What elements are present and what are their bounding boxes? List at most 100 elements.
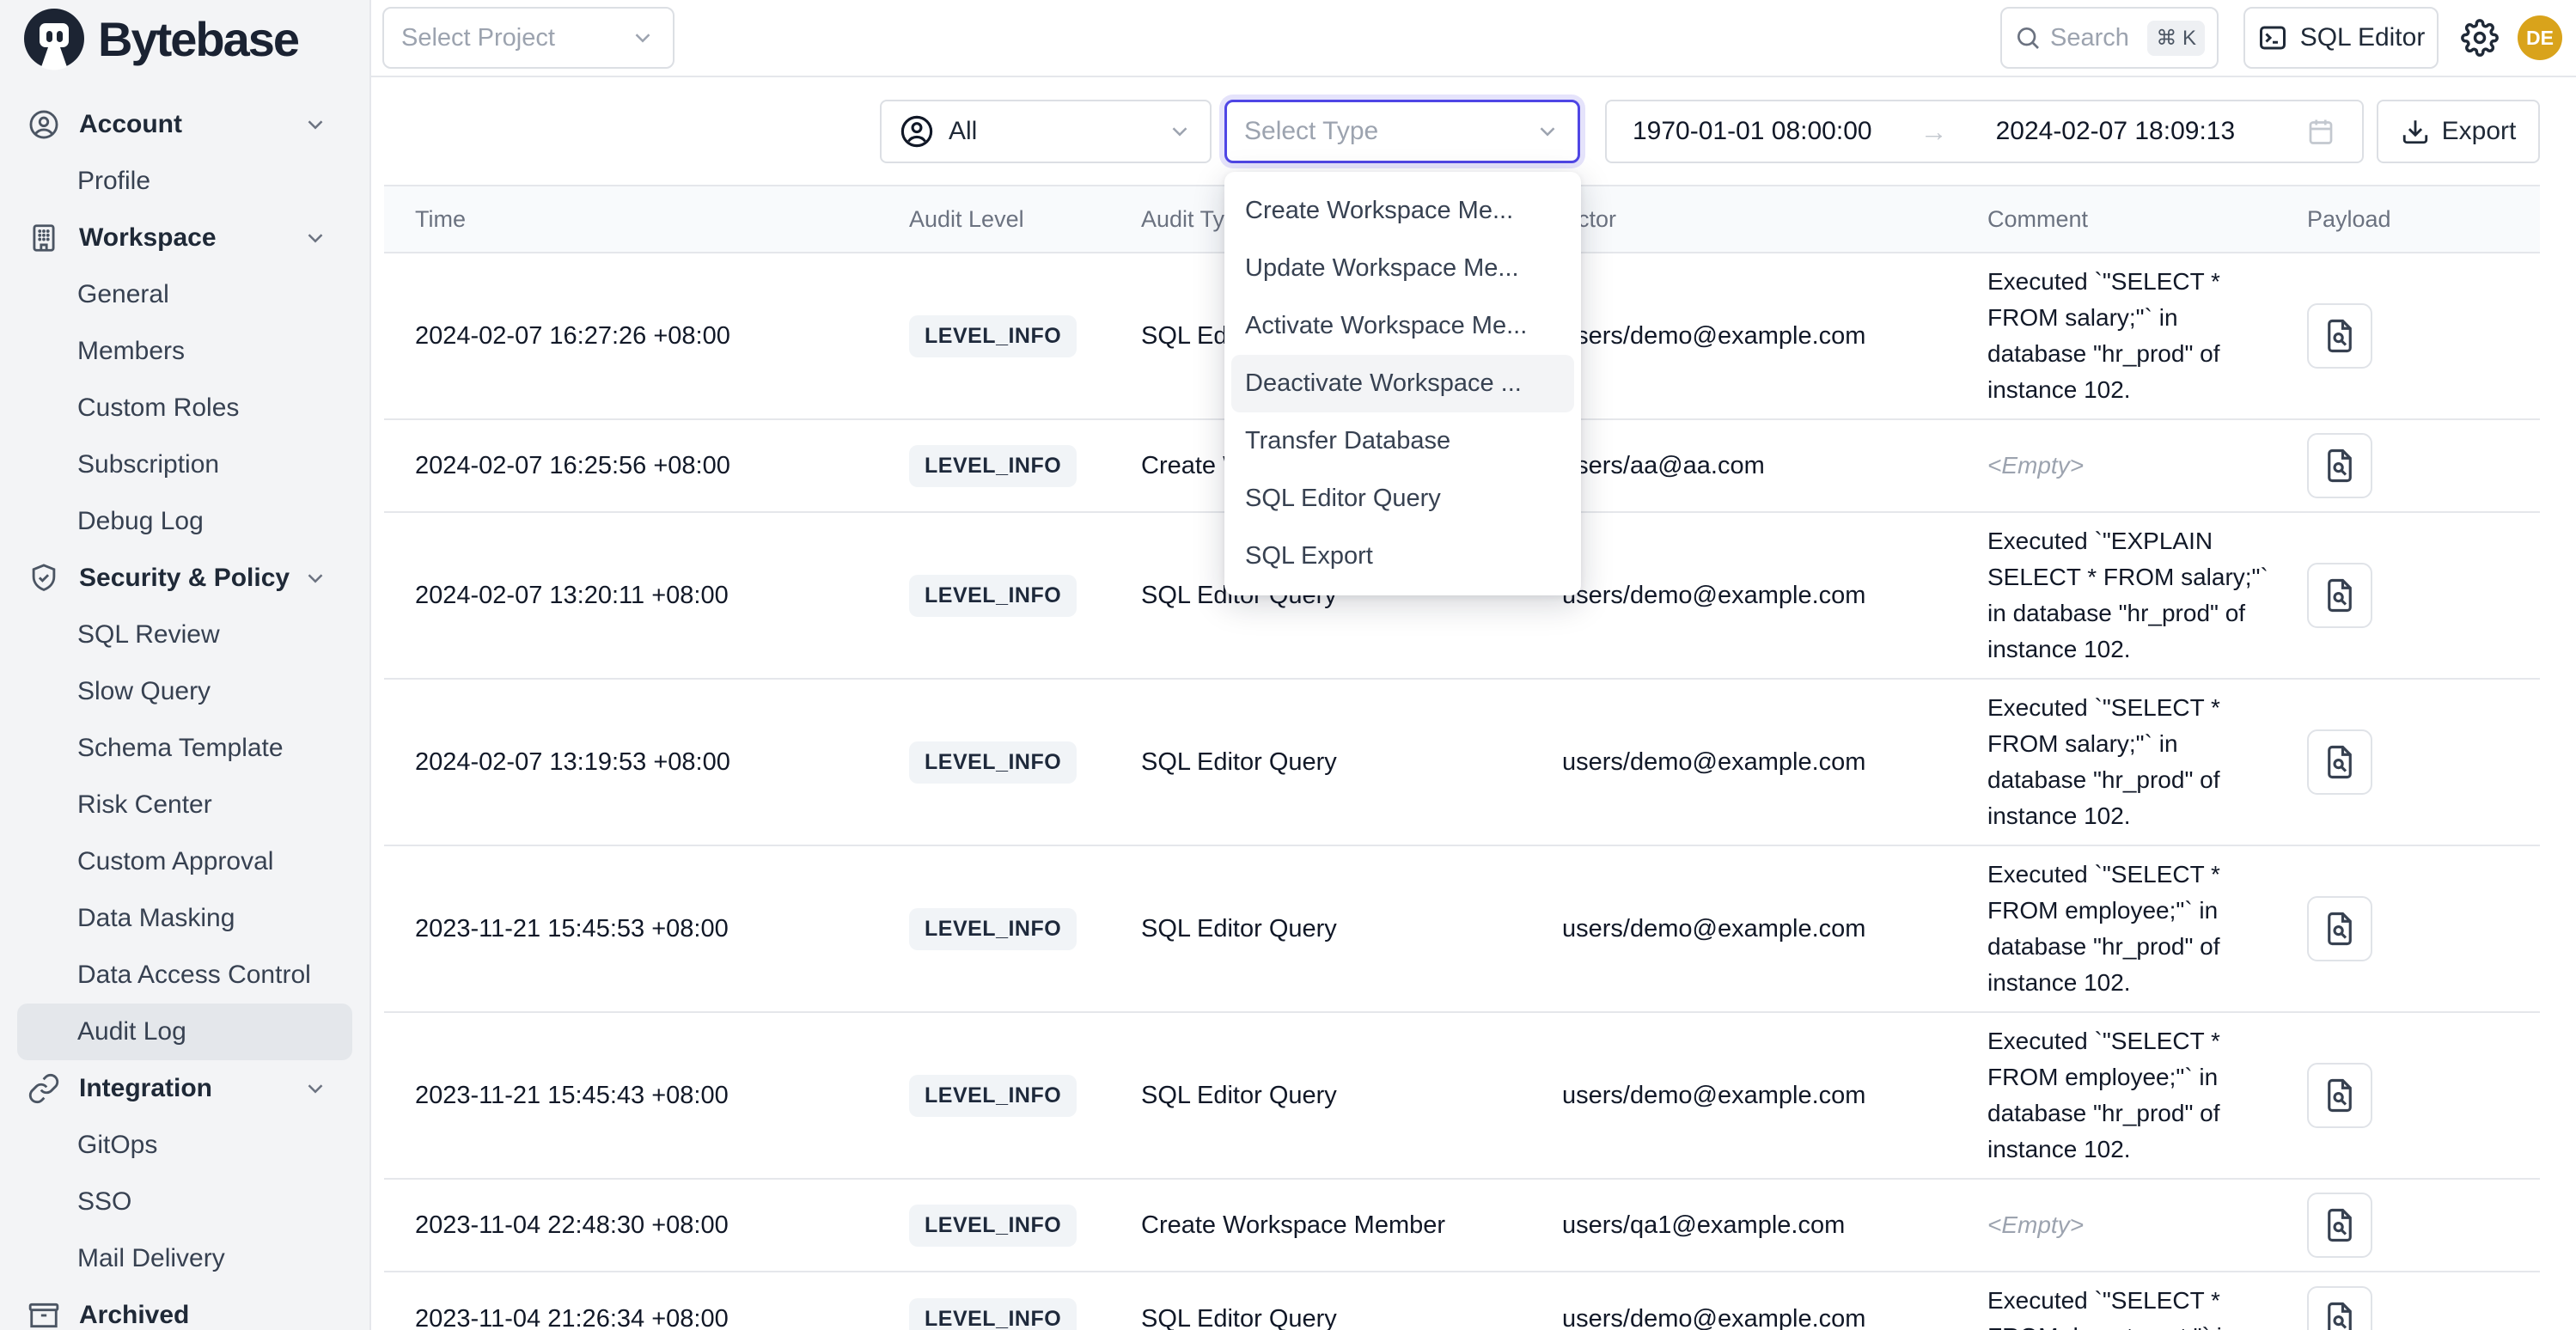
export-label: Export [2442, 117, 2517, 146]
type-filter-select[interactable]: Select Type [1224, 100, 1580, 163]
table-row: 2023-11-21 15:45:43 +08:00 LEVEL_INFO SQ… [384, 1013, 2540, 1180]
sql-editor-label: SQL Editor [2300, 23, 2426, 52]
file-search-icon [2322, 1077, 2358, 1113]
sidebar-item-label: Audit Log [77, 1017, 186, 1046]
actor-filter-select[interactable]: All [880, 100, 1212, 163]
sidebar-item-audit-log[interactable]: Audit Log [17, 1004, 352, 1060]
column-header-payload: Payload [2307, 206, 2509, 233]
audit-actor: users/demo@example.com [1562, 915, 1987, 943]
audit-type-dropdown-menu: Create Workspace Me... Update Workspace … [1224, 172, 1581, 595]
sidebar-item-general[interactable]: General [0, 266, 369, 323]
column-header-comment: Comment [1987, 206, 2307, 233]
brand-name: Bytebase [98, 11, 298, 67]
sidebar-item-label: Slow Query [77, 677, 211, 706]
type-filter-placeholder: Select Type [1244, 117, 1378, 146]
sidebar-item-archived[interactable]: Archived [0, 1287, 369, 1330]
sidebar-item-custom-roles[interactable]: Custom Roles [0, 380, 369, 436]
sidebar-item-mail-delivery[interactable]: Mail Delivery [0, 1230, 369, 1287]
brand-logo[interactable]: Bytebase [0, 0, 369, 77]
audit-time: 2023-11-21 15:45:53 +08:00 [415, 915, 909, 943]
sidebar-item-label: Integration [79, 1074, 212, 1103]
audit-time: 2023-11-04 22:48:30 +08:00 [415, 1211, 909, 1240]
audit-type: SQL Editor Query [1141, 1305, 1562, 1330]
audit-comment: <Empty> [1987, 1207, 2307, 1243]
sidebar-item-schema-template[interactable]: Schema Template [0, 720, 369, 777]
sidebar-item-account[interactable]: Account [0, 96, 369, 153]
sidebar-item-label: GitOps [77, 1131, 157, 1160]
column-header-time: Time [415, 206, 909, 233]
audit-level-badge: LEVEL_INFO [909, 741, 1077, 784]
sidebar-item-gitops[interactable]: GitOps [0, 1117, 369, 1174]
sidebar-item-slow-query[interactable]: Slow Query [0, 663, 369, 720]
building-icon [27, 222, 60, 254]
filter-bar: All Select Type 1970-01-01 08:00:00 → 20… [384, 100, 2540, 163]
dropdown-option-deactivate-workspace-member[interactable]: Deactivate Workspace ... [1231, 355, 1574, 412]
topbar: Select Project Search ⌘ K SQL Editor DE [371, 0, 2576, 77]
sidebar-item-label: Risk Center [77, 790, 212, 820]
chevron-down-icon [302, 565, 328, 591]
dropdown-option-transfer-database[interactable]: Transfer Database [1224, 412, 1581, 470]
sidebar-item-risk-center[interactable]: Risk Center [0, 777, 369, 833]
sidebar-item-security-policy[interactable]: Security & Policy [0, 550, 369, 607]
chevron-down-icon [302, 1076, 328, 1101]
gear-icon[interactable] [2461, 19, 2499, 57]
payload-view-button[interactable] [2307, 729, 2372, 795]
global-search-input[interactable]: Search ⌘ K [2000, 7, 2219, 69]
sidebar-item-label: SQL Review [77, 620, 220, 650]
sidebar-item-members[interactable]: Members [0, 323, 369, 380]
dropdown-option-sql-editor-query[interactable]: SQL Editor Query [1224, 470, 1581, 528]
sidebar-item-workspace[interactable]: Workspace [0, 210, 369, 266]
audit-level-badge: LEVEL_INFO [909, 908, 1077, 950]
user-circle-icon [27, 108, 60, 141]
download-icon [2401, 117, 2430, 146]
sidebar-item-label: Mail Delivery [77, 1244, 225, 1273]
project-select[interactable]: Select Project [382, 7, 675, 69]
sidebar-item-custom-approval[interactable]: Custom Approval [0, 833, 369, 890]
export-button[interactable]: Export [2377, 100, 2540, 163]
audit-type: SQL Editor Query [1141, 915, 1562, 943]
sidebar-item-integration[interactable]: Integration [0, 1060, 369, 1117]
sidebar-item-label: Custom Roles [77, 394, 239, 423]
table-row: 2023-11-04 21:26:34 +08:00 LEVEL_INFO SQ… [384, 1272, 2540, 1330]
sidebar-item-data-masking[interactable]: Data Masking [0, 890, 369, 947]
sidebar-nav: Account Profile Workspace General Member… [0, 77, 369, 1330]
date-range-end[interactable]: 2024-02-07 18:09:13 [1996, 117, 2236, 146]
audit-level-badge: LEVEL_INFO [909, 1205, 1077, 1247]
dropdown-option-update-workspace-member[interactable]: Update Workspace Me... [1224, 240, 1581, 297]
avatar[interactable]: DE [2518, 15, 2562, 60]
sidebar-item-profile[interactable]: Profile [0, 153, 369, 210]
project-select-placeholder: Select Project [401, 24, 555, 52]
dropdown-option-activate-workspace-member[interactable]: Activate Workspace Me... [1224, 297, 1581, 355]
sql-editor-button[interactable]: SQL Editor [2243, 7, 2439, 69]
sidebar-item-label: Archived [79, 1301, 189, 1330]
dropdown-option-sql-export[interactable]: SQL Export [1224, 528, 1581, 585]
file-search-icon [2322, 318, 2358, 354]
shield-check-icon [27, 562, 60, 595]
chevron-down-icon [1167, 119, 1193, 144]
payload-view-button[interactable] [2307, 563, 2372, 628]
bytebase-logo-icon [22, 7, 86, 70]
audit-comment: Executed `"SELECT * FROM salary;"` in da… [1987, 690, 2307, 834]
date-range-start[interactable]: 1970-01-01 08:00:00 [1633, 117, 1872, 146]
sidebar-item-label: Schema Template [77, 734, 284, 763]
payload-view-button[interactable] [2307, 1286, 2372, 1330]
sidebar-item-label: Subscription [77, 450, 219, 479]
sidebar-item-subscription[interactable]: Subscription [0, 436, 369, 493]
payload-view-button[interactable] [2307, 1063, 2372, 1128]
payload-view-button[interactable] [2307, 433, 2372, 498]
sidebar-item-sql-review[interactable]: SQL Review [0, 607, 369, 663]
sidebar-item-data-access-control[interactable]: Data Access Control [0, 947, 369, 1004]
payload-view-button[interactable] [2307, 896, 2372, 961]
table-row: 2023-11-21 15:45:53 +08:00 LEVEL_INFO SQ… [384, 846, 2540, 1013]
payload-view-button[interactable] [2307, 303, 2372, 369]
chevron-down-icon [302, 112, 328, 137]
date-range-picker[interactable]: 1970-01-01 08:00:00 → 2024-02-07 18:09:1… [1605, 100, 2364, 163]
dropdown-option-create-workspace-member[interactable]: Create Workspace Me... [1224, 182, 1581, 240]
payload-view-button[interactable] [2307, 1193, 2372, 1258]
arrow-right-icon: → [1920, 116, 1948, 148]
sidebar-item-debug-log[interactable]: Debug Log [0, 493, 369, 550]
table-row: 2023-11-04 22:48:30 +08:00 LEVEL_INFO Cr… [384, 1180, 2540, 1272]
audit-actor: users/demo@example.com [1562, 582, 1987, 610]
sidebar-item-sso[interactable]: SSO [0, 1174, 369, 1230]
audit-type: SQL Editor Query [1141, 1082, 1562, 1110]
